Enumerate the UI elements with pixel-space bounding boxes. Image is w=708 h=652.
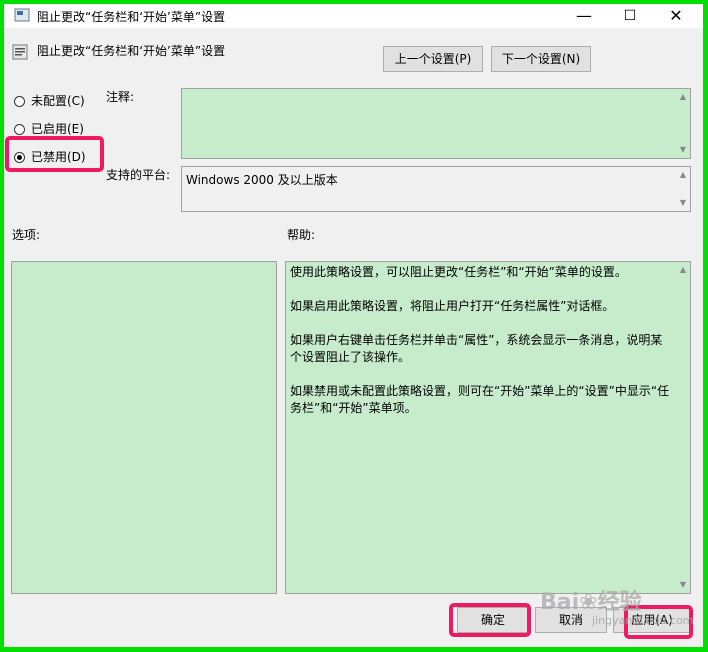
comment-label: 注释: bbox=[106, 90, 135, 104]
radio-circle bbox=[14, 124, 25, 135]
policy-name: 阻止更改“任务栏和‘开始’菜单”设置 bbox=[37, 44, 226, 58]
help-label: 帮助: bbox=[287, 228, 316, 242]
help-paragraph: 如果用户右键单击任务栏并单击“属性”，系统会显示一条消息，说明某个设置阻止了该操… bbox=[290, 333, 663, 364]
comment-scrollbar[interactable]: ▲ ▼ bbox=[676, 89, 690, 158]
help-pane: 使用此策略设置，可以阻止更改“任务栏”和“开始”菜单的设置。 如果启用此策略设置… bbox=[285, 261, 691, 594]
highlight-disabled-radio bbox=[5, 136, 104, 172]
help-paragraph: 如果启用此策略设置，将阻止用户打开“任务栏属性”对话框。 bbox=[290, 299, 615, 313]
platform-value: Windows 2000 及以上版本 bbox=[186, 173, 338, 187]
close-button[interactable]: ✕ bbox=[653, 4, 699, 28]
policy-setting-icon bbox=[12, 44, 28, 60]
scroll-down-icon[interactable]: ▼ bbox=[676, 144, 690, 156]
baidu-watermark-url: jingyan.baidu.com bbox=[592, 614, 694, 627]
help-scrollbar[interactable]: ▲ ▼ bbox=[676, 262, 690, 593]
radio-label: 已启用(E) bbox=[31, 122, 84, 136]
baidu-watermark: Bai❀经验 bbox=[540, 590, 642, 615]
policy-dialog: 阻止更改“任务栏和‘开始’菜单”设置 — ☐ ✕ 阻止更改“任务栏和‘开始’菜单… bbox=[4, 4, 703, 647]
maximize-button[interactable]: ☐ bbox=[607, 4, 653, 28]
prev-setting-button[interactable]: 上一个设置(P) bbox=[383, 46, 483, 72]
help-paragraph: 如果禁用或未配置此策略设置，则可在“开始”菜单上的“设置”中显示“任务栏”和“开… bbox=[290, 384, 670, 415]
scroll-down-icon[interactable]: ▼ bbox=[676, 579, 690, 591]
minimize-button[interactable]: — bbox=[561, 4, 607, 28]
scroll-up-icon[interactable]: ▲ bbox=[676, 169, 690, 181]
radio-enabled[interactable]: 已启用(E) bbox=[14, 120, 84, 137]
title-bar: 阻止更改“任务栏和‘开始’菜单”设置 — ☐ ✕ bbox=[4, 4, 703, 28]
scroll-up-icon[interactable]: ▲ bbox=[676, 91, 690, 103]
radio-label: 未配置(C) bbox=[31, 94, 85, 108]
radio-not-configured[interactable]: 未配置(C) bbox=[14, 92, 85, 109]
policy-icon bbox=[14, 8, 30, 22]
comment-textarea[interactable]: ▲ ▼ bbox=[181, 88, 691, 159]
next-setting-button[interactable]: 下一个设置(N) bbox=[491, 46, 591, 72]
options-pane bbox=[11, 261, 277, 594]
highlight-ok-button bbox=[449, 603, 531, 637]
platform-label: 支持的平台: bbox=[106, 168, 171, 182]
platform-field: Windows 2000 及以上版本 ▲ ▼ bbox=[181, 166, 691, 212]
options-label: 选项: bbox=[12, 228, 41, 242]
scroll-down-icon[interactable]: ▼ bbox=[676, 197, 690, 209]
radio-circle bbox=[14, 96, 25, 107]
scroll-up-icon[interactable]: ▲ bbox=[676, 264, 690, 276]
platform-scrollbar[interactable]: ▲ ▼ bbox=[676, 167, 690, 211]
window-title: 阻止更改“任务栏和‘开始’菜单”设置 bbox=[37, 10, 226, 24]
help-text: 使用此策略设置，可以阻止更改“任务栏”和“开始”菜单的设置。 如果启用此策略设置… bbox=[290, 264, 672, 434]
help-paragraph: 使用此策略设置，可以阻止更改“任务栏”和“开始”菜单的设置。 bbox=[290, 265, 627, 279]
